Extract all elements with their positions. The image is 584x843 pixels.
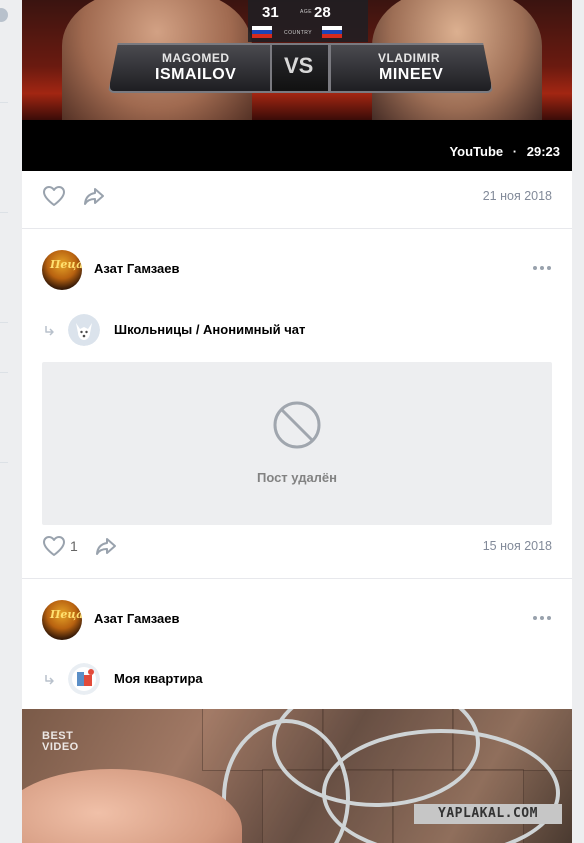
author-avatar[interactable]: Пеца [42,600,82,640]
sidebar-divider [0,212,8,213]
sidebar-divider [0,372,8,373]
video-logo: BEST VIDEO [42,730,79,753]
video-player[interactable]: 31 AGE 28 COUNTRY MAGOMED ISMAILOV VS VL… [22,0,572,171]
more-options-icon[interactable] [532,264,552,272]
post-header: Пеца Азат Гамзаев [22,600,572,644]
source-avatar[interactable] [68,663,100,695]
heart-icon[interactable] [42,535,66,557]
repost-arrow-icon [45,675,54,685]
author-avatar[interactable]: Пеца [42,250,82,290]
fighter-left-first-name: MAGOMED [162,51,230,65]
news-feed: 31 AGE 28 COUNTRY MAGOMED ISMAILOV VS VL… [22,0,572,843]
sidebar-divider [0,102,8,103]
source-name[interactable]: Школьницы / Анонимный чат [114,322,305,337]
post-date[interactable]: 15 ноя 2018 [483,539,552,553]
left-sidebar-edge [0,0,10,843]
video-duration: 29:23 [526,144,560,159]
post-header: Пеца Азат Гамзаев [22,250,572,294]
fighter-right-first-name: VLADIMIR [378,51,440,65]
age-label: AGE [300,9,313,15]
heart-icon[interactable] [42,185,66,207]
share-icon[interactable] [94,535,118,557]
post-actions: 1 15 ноя 2018 [22,531,572,563]
source-name[interactable]: Моя квартира [114,671,203,686]
fighter-left-age: 31 [262,4,279,21]
repost-source: Школьницы / Анонимный чат [22,313,572,349]
flag-russia-icon [322,26,342,38]
repost-source: Моя квартира [22,662,572,698]
sidebar-divider [0,462,8,463]
deleted-post-text: Пост удалён [256,470,338,485]
fighter-left-last-name: ISMAILOV [155,66,237,83]
notification-badge[interactable] [0,8,8,22]
post-divider [22,228,572,229]
author-name[interactable]: Азат Гамзаев [94,261,180,276]
post-video-thumbnail[interactable]: BEST VIDEO YAPLAKAL.COM [22,709,572,843]
deleted-post-placeholder: Пост удалён [42,362,552,525]
repost-arrow-icon [45,326,54,336]
block-icon [273,401,321,449]
more-options-icon[interactable] [532,614,552,622]
video-thumbnail: 31 AGE 28 COUNTRY MAGOMED ISMAILOV VS VL… [22,0,572,120]
video-separator: · [512,144,518,159]
site-watermark: YAPLAKAL.COM [414,804,562,824]
sidebar-divider [0,322,8,323]
like-count[interactable]: 1 [70,538,78,554]
source-avatar[interactable] [68,314,100,346]
fighter-right-age: 28 [314,4,331,21]
post-actions: 21 ноя 2018 [22,181,572,213]
share-icon[interactable] [82,185,106,207]
video-info: YouTube · 29:23 [449,144,560,159]
fighter-right-last-name: MINEEV [379,66,444,83]
post-divider [22,578,572,579]
vs-label: VS [284,53,314,78]
hand-image [22,769,242,843]
post-date[interactable]: 21 ноя 2018 [483,189,552,203]
flag-russia-icon [252,26,272,38]
video-source: YouTube [449,144,504,159]
author-name[interactable]: Азат Гамзаев [94,611,180,626]
country-label: COUNTRY [284,30,313,36]
